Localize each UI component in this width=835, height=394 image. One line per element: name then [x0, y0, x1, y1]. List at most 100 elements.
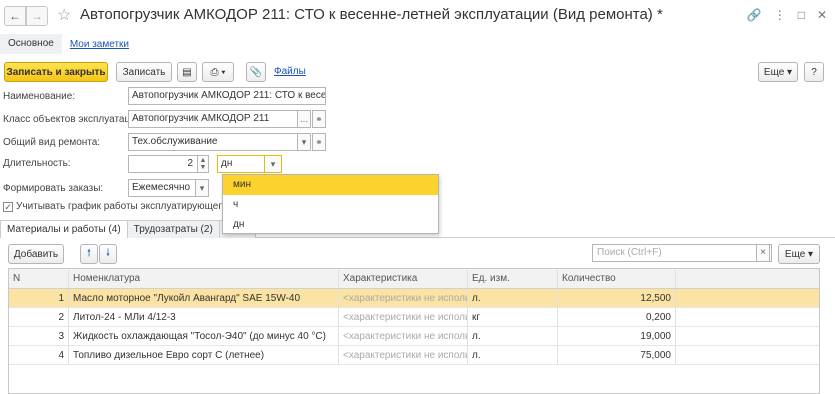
duration-label: Длительность:: [3, 158, 71, 169]
row-number: 4: [9, 346, 69, 364]
maximize-icon[interactable]: □: [798, 8, 805, 22]
repair-type-dropdown-button[interactable]: ▾: [297, 133, 311, 151]
row-unit[interactable]: кг: [468, 308, 558, 326]
duration-unit-dropdown: мин ч дн: [222, 174, 439, 234]
help-icon: ?: [811, 66, 817, 78]
arrow-left-icon: ←: [9, 9, 21, 23]
table-row[interactable]: 4 Топливо дизельное Евро сорт С (летнее)…: [9, 346, 819, 365]
row-spacer: [676, 346, 819, 364]
col-quantity[interactable]: Количество: [558, 269, 676, 288]
duration-unit-field[interactable]: дн: [217, 155, 265, 173]
repair-type-label: Общий вид ремонта:: [3, 137, 101, 148]
tab-labor[interactable]: Трудозатраты (2): [126, 220, 220, 238]
tab-main[interactable]: Основное: [0, 34, 62, 54]
schedule-checkbox-row[interactable]: ✓ Учитывать график работы эксплуатирующе…: [3, 201, 252, 212]
row-unit[interactable]: л.: [468, 289, 558, 307]
col-n[interactable]: N: [9, 269, 69, 288]
link-icon: ⚭: [315, 113, 323, 124]
report-button[interactable]: ▤: [177, 62, 197, 82]
link-icon[interactable]: 🔗: [747, 8, 762, 22]
row-number: 3: [9, 327, 69, 345]
arrow-right-icon: →: [31, 9, 43, 23]
back-button[interactable]: ←: [4, 6, 26, 26]
files-link[interactable]: Файлы: [274, 66, 306, 77]
row-quantity[interactable]: 75,000: [558, 346, 676, 364]
move-down-button[interactable]: 🠗: [99, 244, 117, 264]
favorite-star-icon[interactable]: ☆: [57, 5, 71, 25]
class-open-button[interactable]: ⚭: [312, 110, 326, 128]
help-button[interactable]: ?: [804, 62, 824, 82]
paperclip-icon: 📎: [249, 66, 263, 78]
duration-unit-dropdown-button[interactable]: ▾: [264, 155, 282, 173]
table-more-button[interactable]: Еще ▾: [778, 244, 820, 264]
attach-button[interactable]: 📎: [246, 62, 266, 82]
row-quantity[interactable]: 19,000: [558, 327, 676, 345]
row-spacer: [676, 289, 819, 307]
schedule-checkbox-label: Учитывать график работы эксплуатирующего…: [16, 201, 253, 212]
row-quantity[interactable]: 12,500: [558, 289, 676, 307]
repair-type-open-button[interactable]: ⚭: [312, 133, 326, 151]
document-icon: ▤: [182, 66, 192, 78]
window-title: Автопогрузчик АМКОДОР 211: СТО к весенне…: [80, 6, 663, 23]
tab-materials[interactable]: Материалы и работы (4): [0, 220, 128, 238]
chevron-down-icon: ▾: [301, 136, 307, 147]
row-unit[interactable]: л.: [468, 327, 558, 345]
arrow-up-icon: 🠕: [86, 247, 92, 259]
row-characteristic[interactable]: <характеристики не исполь...: [339, 346, 468, 364]
duration-field[interactable]: 2: [128, 155, 198, 173]
window-controls: 🔗 ⋮ □ ✕: [747, 8, 827, 22]
chevron-down-icon: ▾: [199, 182, 205, 193]
orders-label: Формировать заказы:: [3, 183, 104, 194]
forward-button[interactable]: →: [26, 6, 48, 26]
class-field[interactable]: Автопогрузчик АМКОДОР 211: [128, 110, 298, 128]
save-and-close-button[interactable]: Записать и закрыть: [4, 62, 108, 82]
add-button[interactable]: Добавить: [8, 244, 64, 264]
row-unit[interactable]: л.: [468, 346, 558, 364]
table-more-label: Еще: [784, 248, 806, 260]
class-label: Класс объектов эксплуатации:: [3, 114, 145, 125]
arrow-down-icon: 🠗: [105, 247, 111, 259]
print-menu-button[interactable]: ⎙ ▾: [202, 62, 234, 82]
print-icon: ⎙ ▾: [210, 66, 226, 78]
row-quantity[interactable]: 0,200: [558, 308, 676, 326]
dropdown-option-hour[interactable]: ч: [223, 195, 438, 215]
dropdown-option-min[interactable]: мин: [223, 175, 438, 195]
table-row[interactable]: 1 Масло моторное "Лукойл Авангард" SAE 1…: [9, 289, 819, 308]
row-spacer: [676, 308, 819, 326]
row-name[interactable]: Жидкость охлаждающая "Тосол-Э40" (до мин…: [69, 327, 339, 345]
chevron-down-icon: ▼: [199, 164, 207, 171]
class-dropdown-button[interactable]: …: [297, 110, 311, 128]
search-input[interactable]: Поиск (Ctrl+F): [592, 244, 772, 262]
orders-field[interactable]: Ежемесячно: [128, 179, 196, 197]
close-icon[interactable]: ✕: [817, 8, 827, 22]
row-characteristic[interactable]: <характеристики не исполь...: [339, 289, 468, 307]
col-spacer: [676, 269, 819, 288]
row-characteristic[interactable]: <характеристики не исполь...: [339, 308, 468, 326]
search-clear-button[interactable]: ×: [756, 244, 770, 262]
col-characteristic[interactable]: Характеристика: [339, 269, 468, 288]
chevron-down-icon: ▾: [270, 158, 276, 169]
move-up-button[interactable]: 🠕: [80, 244, 98, 264]
table-row[interactable]: 2 Литол-24 - МЛи 4/12-3 <характеристики …: [9, 308, 819, 327]
dropdown-option-day[interactable]: дн: [223, 215, 438, 235]
duration-stepper[interactable]: ▲ ▼: [197, 155, 209, 173]
row-name[interactable]: Топливо дизельное Евро сорт С (летнее): [69, 346, 339, 364]
tab-my-notes[interactable]: Мои заметки: [70, 39, 129, 50]
col-unit[interactable]: Ед. изм.: [468, 269, 558, 288]
form-toolbar: Записать и закрыть Записать ▤ ⎙ ▾ 📎 Файл…: [0, 60, 835, 84]
table-row[interactable]: 3 Жидкость охлаждающая "Тосол-Э40" (до м…: [9, 327, 819, 346]
orders-dropdown-button[interactable]: ▾: [195, 179, 209, 197]
ellipsis-icon: …: [299, 114, 309, 124]
col-nomenclature[interactable]: Номенклатура: [69, 269, 339, 288]
schedule-checkbox[interactable]: ✓: [3, 201, 13, 212]
menu-dots-icon[interactable]: ⋮: [774, 8, 786, 22]
row-name[interactable]: Литол-24 - МЛи 4/12-3: [69, 308, 339, 326]
row-characteristic[interactable]: <характеристики не исполь...: [339, 327, 468, 345]
row-name[interactable]: Масло моторное "Лукойл Авангард" SAE 15W…: [69, 289, 339, 307]
table-header: N Номенклатура Характеристика Ед. изм. К…: [9, 269, 819, 289]
more-button[interactable]: Еще ▾: [758, 62, 798, 82]
name-field[interactable]: Автопогрузчик АМКОДОР 211: СТО к весенне…: [128, 87, 326, 105]
save-button[interactable]: Записать: [116, 62, 172, 82]
repair-type-field[interactable]: Тех.обслуживание: [128, 133, 298, 151]
materials-table: N Номенклатура Характеристика Ед. изм. К…: [8, 268, 820, 394]
